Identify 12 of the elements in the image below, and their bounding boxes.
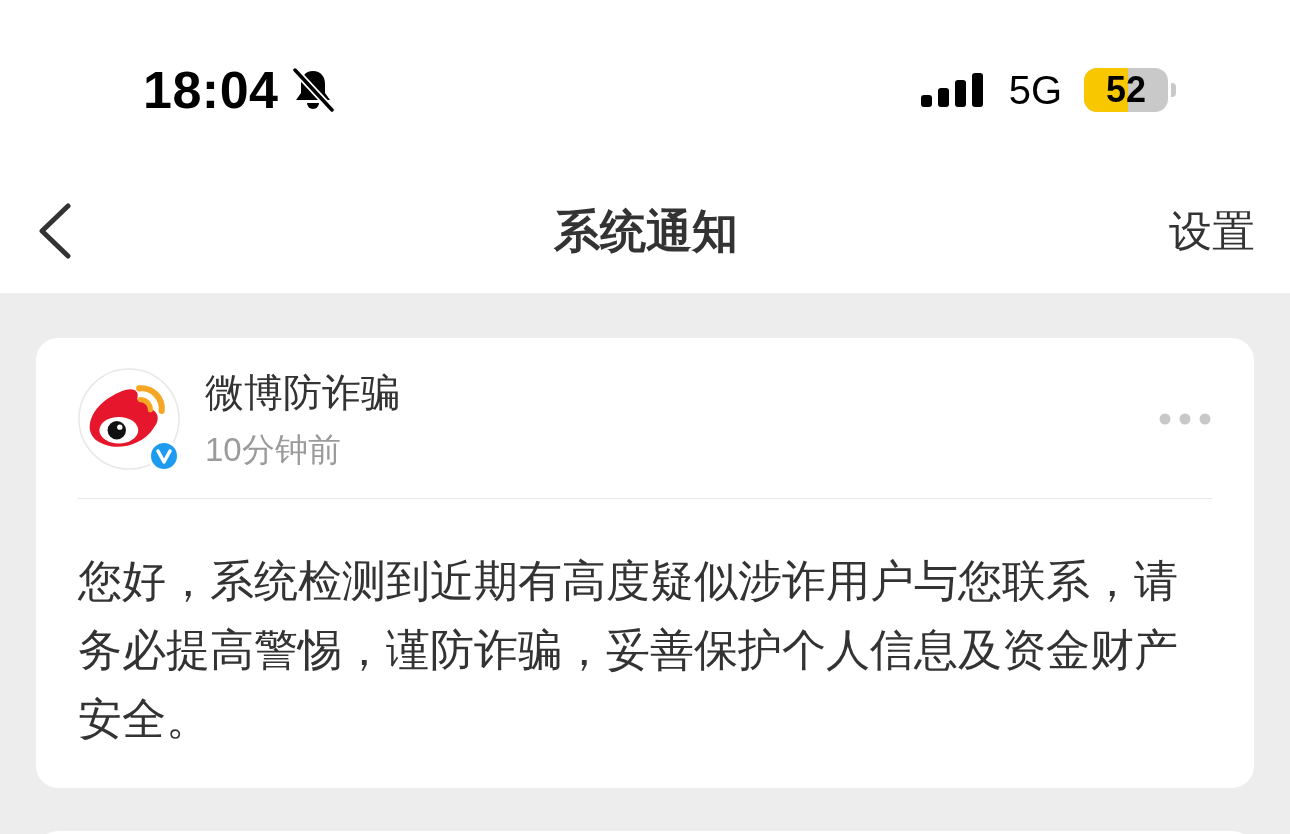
clock-time: 18:04 <box>143 60 279 120</box>
network-type: 5G <box>1008 67 1062 114</box>
back-button[interactable] <box>36 201 72 260</box>
chevron-left-icon <box>36 201 72 260</box>
more-icon <box>1158 412 1212 426</box>
page-title: 系统通知 <box>553 203 738 259</box>
avatar-logo-icon <box>78 368 180 470</box>
settings-button[interactable]: 设置 <box>1169 203 1255 258</box>
notification-time: 10分钟前 <box>205 430 341 470</box>
signal-icon <box>920 73 985 107</box>
notification-message: 您好，系统检测到近期有高度疑似涉诈用户与您联系，请务必提高警惕，谨防诈骗，妥善保护个人信息及资金财产安全。 <box>78 555 1179 745</box>
sender-name: 微博防诈骗 <box>205 370 400 416</box>
